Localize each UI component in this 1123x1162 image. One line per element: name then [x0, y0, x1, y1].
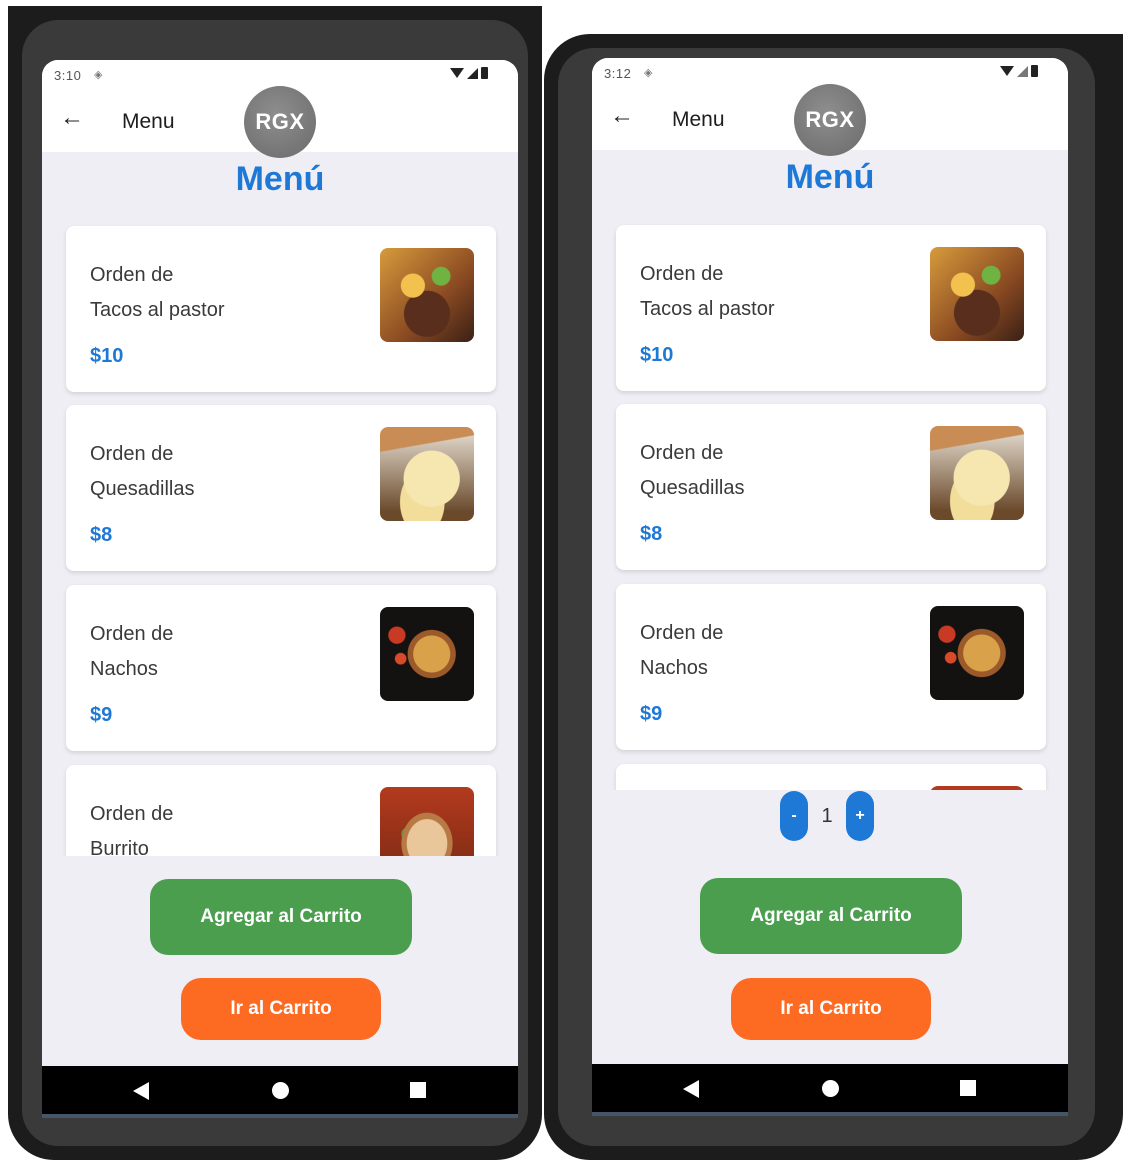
- increase-button[interactable]: +: [846, 791, 874, 841]
- add-to-cart-button[interactable]: Agregar al Carrito: [150, 879, 412, 955]
- menu-item-name: Nachos: [90, 658, 158, 680]
- notification-icon: ◈: [644, 67, 653, 79]
- rgx-logo: RGX: [794, 84, 866, 156]
- menu-heading: Menú: [785, 158, 875, 196]
- nav-home-icon[interactable]: [822, 1080, 839, 1097]
- system-nav-bar: [592, 1064, 1068, 1112]
- menu-item-price: $9: [640, 703, 663, 725]
- add-to-cart-button[interactable]: Agregar al Carrito: [700, 878, 962, 954]
- menu-item-price: $9: [90, 704, 113, 726]
- menu-item-card[interactable]: Orden de Quesadillas $8: [616, 404, 1046, 570]
- menu-item-price: $8: [640, 523, 663, 545]
- screen-bottom-edge: [42, 1114, 518, 1118]
- wifi-icon: [1000, 66, 1014, 76]
- menu-item-name: Quesadillas: [640, 477, 745, 499]
- menu-item-prefix: Orden de: [90, 264, 174, 286]
- quantity-stepper: - 1 +: [780, 790, 874, 842]
- menu-item-price: $10: [90, 345, 124, 367]
- phone-screen-left: 3:10 ◈ ← Menu RGX Menú Orden de Tacos al…: [42, 60, 518, 1118]
- back-arrow-icon[interactable]: ←: [60, 104, 88, 132]
- menu-item-name: Tacos al pastor: [90, 299, 225, 321]
- phone-screen-right: 3:12 ◈ ← Menu RGX Menú Orden de Tacos al…: [592, 58, 1068, 1116]
- go-to-cart-button[interactable]: Ir al Carrito: [181, 978, 381, 1040]
- menu-item-card[interactable]: Orden de Quesadillas $8: [66, 405, 496, 571]
- nav-recents-icon[interactable]: [410, 1082, 426, 1098]
- menu-item-card[interactable]: Orden de Nachos $9: [616, 584, 1046, 750]
- quantity-value: 1: [821, 804, 833, 827]
- battery-icon: [1031, 65, 1038, 77]
- status-icons: [450, 67, 488, 79]
- burrito-image: [930, 786, 1024, 790]
- status-time: 3:12: [604, 66, 632, 81]
- menu-item-price: $10: [640, 344, 674, 366]
- nav-back-icon[interactable]: [683, 1080, 699, 1098]
- menu-item-name: Tacos al pastor: [640, 298, 775, 320]
- menu-item-prefix: Orden de: [90, 623, 174, 645]
- menu-item-card[interactable]: Orden de Nachos $9: [66, 585, 496, 751]
- menu-item-card[interactable]: Orden de Tacos al pastor $10: [66, 226, 496, 392]
- rgx-logo: RGX: [244, 86, 316, 158]
- menu-item-prefix: Orden de: [640, 442, 724, 464]
- menu-item-name: Quesadillas: [90, 478, 195, 500]
- menu-item-name: Burrito: [90, 838, 149, 856]
- nav-recents-icon[interactable]: [960, 1080, 976, 1096]
- menu-item-prefix: Orden de: [640, 622, 724, 644]
- decrease-button[interactable]: -: [780, 791, 808, 841]
- quesadillas-image: [380, 427, 474, 521]
- wifi-icon: [450, 68, 464, 78]
- tacos-image: [380, 248, 474, 342]
- menu-item-card[interactable]: Orden de Burrito: [66, 765, 496, 856]
- menu-heading: Menú: [235, 160, 325, 198]
- menu-item-price: $8: [90, 524, 113, 546]
- nav-back-icon[interactable]: [133, 1082, 149, 1100]
- system-nav-bar: [42, 1066, 518, 1114]
- menu-item-prefix: Orden de: [90, 803, 174, 825]
- cell-signal-icon: [467, 67, 478, 79]
- cell-signal-icon: [1017, 65, 1028, 77]
- battery-icon: [481, 67, 488, 79]
- burrito-image: [380, 787, 474, 856]
- status-time: 3:10: [54, 68, 82, 83]
- back-arrow-icon[interactable]: ←: [610, 102, 638, 130]
- app-bar-title: Menu: [672, 108, 725, 131]
- menu-list[interactable]: Orden de Tacos al pastor $10 Orden de Qu…: [42, 224, 518, 856]
- notification-icon: ◈: [94, 69, 103, 81]
- menu-item-prefix: Orden de: [640, 263, 724, 285]
- status-icons: [1000, 65, 1038, 77]
- nav-home-icon[interactable]: [272, 1082, 289, 1099]
- nachos-image: [930, 606, 1024, 700]
- menu-list[interactable]: Orden de Tacos al pastor $10 Orden de Qu…: [592, 223, 1068, 790]
- menu-item-card[interactable]: [616, 764, 1046, 790]
- menu-item-card[interactable]: Orden de Tacos al pastor $10: [616, 225, 1046, 391]
- nachos-image: [380, 607, 474, 701]
- tacos-image: [930, 247, 1024, 341]
- app-bar-title: Menu: [122, 110, 175, 133]
- quesadillas-image: [930, 426, 1024, 520]
- go-to-cart-button[interactable]: Ir al Carrito: [731, 978, 931, 1040]
- menu-item-name: Nachos: [640, 657, 708, 679]
- menu-item-prefix: Orden de: [90, 443, 174, 465]
- screen-bottom-edge: [592, 1112, 1068, 1116]
